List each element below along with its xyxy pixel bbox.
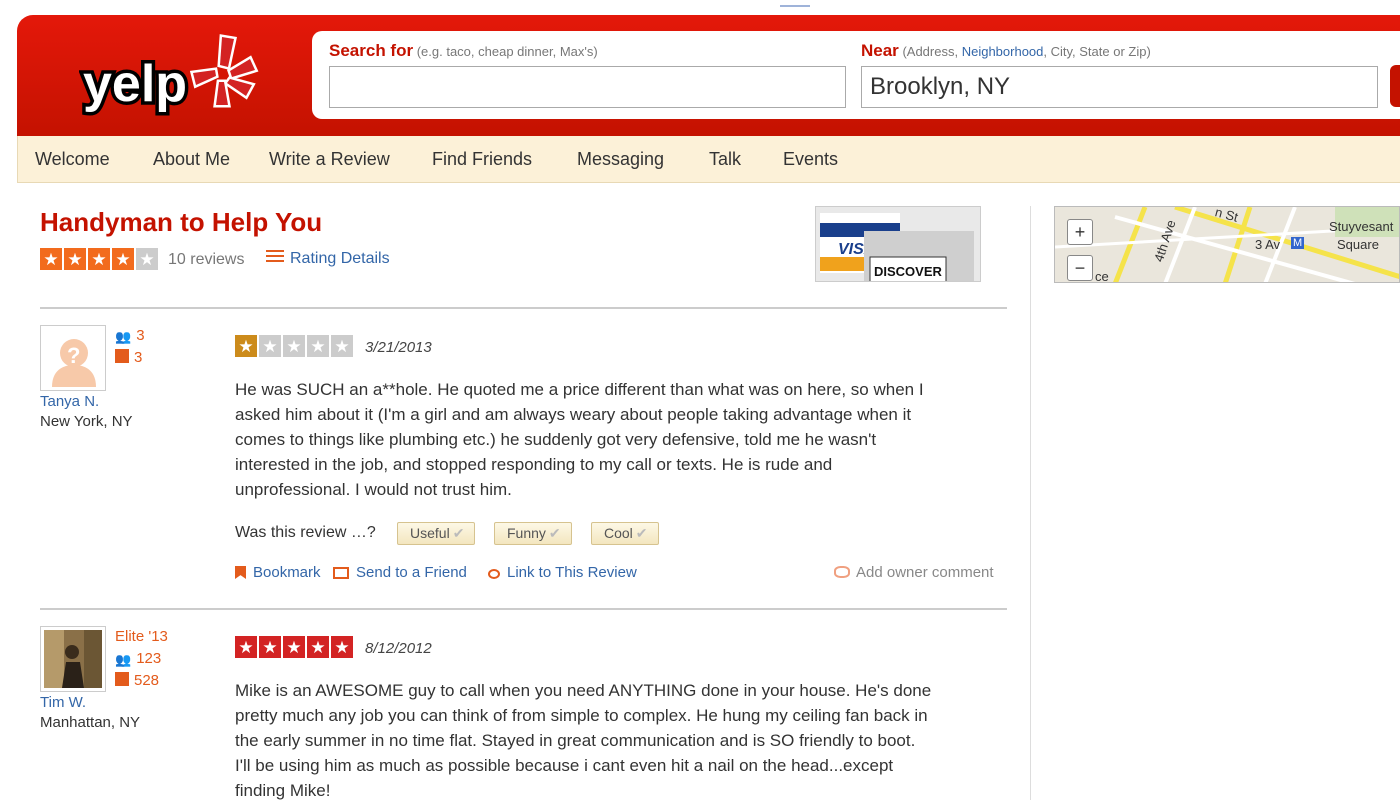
- useful-button[interactable]: Useful ✔: [397, 522, 476, 545]
- business-rating-stars: ★ ★ ★ ★ ★: [40, 248, 158, 270]
- star-icon: ★: [331, 335, 353, 357]
- section-divider: [40, 307, 1007, 309]
- svg-text:DISCOVER: DISCOVER: [874, 264, 943, 279]
- star-icon: ★: [283, 335, 305, 357]
- map-label-station: 3 Av: [1255, 237, 1281, 252]
- star-icon: ★: [307, 636, 329, 658]
- search-panel: Search for (e.g. taco, cheap dinner, Max…: [312, 31, 1400, 119]
- cool-button[interactable]: Cool ✔: [591, 522, 659, 545]
- nav-find-friends[interactable]: Find Friends: [432, 149, 532, 170]
- user-name[interactable]: Tanya N.: [40, 393, 99, 410]
- star-icon: ★: [259, 335, 281, 357]
- avatar[interactable]: ?: [40, 325, 106, 391]
- user-location: Manhattan, NY: [40, 714, 141, 731]
- comment-icon: [834, 566, 850, 578]
- zoom-in-icon[interactable]: +: [1067, 219, 1093, 245]
- main-nav: Welcome About Me Write a Review Find Fri…: [17, 136, 1400, 183]
- user-location: New York, NY: [40, 413, 133, 430]
- zoom-out-icon[interactable]: −: [1067, 255, 1093, 281]
- funny-button[interactable]: Funny ✔: [494, 522, 572, 545]
- check-icon: ✔: [452, 525, 465, 541]
- nav-messaging[interactable]: Messaging: [577, 149, 664, 170]
- friends-count: 👥 123: [115, 650, 162, 667]
- review-text: He was SUCH an a**hole. He quoted me a p…: [235, 380, 924, 499]
- star-icon: ★: [40, 248, 62, 270]
- star-icon: ★: [136, 248, 158, 270]
- star-icon: ★: [307, 335, 329, 357]
- link-icon: [488, 569, 500, 579]
- search-input[interactable]: [329, 66, 846, 108]
- review-total: 3: [115, 349, 142, 366]
- star-icon: [115, 349, 129, 363]
- star-icon: ★: [64, 248, 86, 270]
- review-count[interactable]: 10 reviews: [168, 251, 244, 269]
- star-icon: ★: [235, 335, 257, 357]
- bookmark-icon: [235, 566, 246, 579]
- avatar[interactable]: [40, 626, 106, 692]
- top-accent-line: [780, 5, 810, 7]
- star-icon: ★: [112, 248, 134, 270]
- user-photo: [44, 630, 102, 688]
- search-button[interactable]: [1390, 65, 1400, 107]
- near-input[interactable]: [861, 66, 1378, 108]
- nav-events[interactable]: Events: [783, 149, 838, 170]
- map-label-street: ce: [1095, 269, 1109, 283]
- was-this-review-label: Was this review …?: [235, 524, 376, 541]
- check-icon: ✔: [635, 525, 648, 541]
- send-to-friend-link[interactable]: Send to a Friend: [333, 564, 467, 581]
- review-rating-stars: ★ ★ ★ ★ ★: [235, 636, 353, 658]
- review-text: Mike is an AWESOME guy to call when you …: [235, 681, 932, 800]
- friends-icon: 👥: [115, 652, 132, 667]
- bar-chart-icon: [266, 250, 284, 264]
- near-label: Near (Address, Neighborhood, City, State…: [861, 41, 1151, 60]
- friends-icon: 👥: [115, 329, 132, 344]
- review-rating-stars: ★ ★ ★ ★ ★: [235, 335, 353, 357]
- nav-about-me[interactable]: About Me: [153, 149, 230, 170]
- map-label-area: Stuyvesant: [1329, 219, 1394, 234]
- bookmark-link[interactable]: Bookmark: [235, 564, 321, 581]
- friends-count: 👥 3: [115, 327, 145, 344]
- check-icon: ✔: [548, 525, 561, 541]
- elite-badge: Elite '13: [115, 628, 168, 645]
- nav-talk[interactable]: Talk: [709, 149, 741, 170]
- star-icon: [115, 672, 129, 686]
- star-icon: ★: [331, 636, 353, 658]
- envelope-icon: [333, 567, 349, 579]
- default-avatar-icon: ?: [44, 329, 102, 387]
- star-icon: ★: [235, 636, 257, 658]
- star-icon: ★: [88, 248, 110, 270]
- nav-write-review[interactable]: Write a Review: [269, 149, 390, 170]
- map[interactable]: 4th Ave n St 3 Av M Stuyvesant Square ce…: [1054, 206, 1400, 283]
- subway-icon: M: [1291, 237, 1305, 249]
- add-owner-comment-link[interactable]: Add owner comment: [834, 564, 994, 581]
- svg-text:?: ?: [67, 343, 80, 368]
- svg-text:yelp: yelp: [83, 55, 187, 113]
- review-date: 8/12/2012: [365, 640, 432, 657]
- star-icon: ★: [259, 636, 281, 658]
- link-to-review-link[interactable]: Link to This Review: [488, 564, 637, 581]
- star-icon: ★: [283, 636, 305, 658]
- map-label-area: Square: [1337, 237, 1379, 252]
- yelp-logo[interactable]: yelp: [79, 31, 259, 121]
- accepted-cards-image: VISA DISCOVER: [815, 206, 981, 282]
- review-date: 3/21/2013: [365, 339, 432, 356]
- user-name[interactable]: Tim W.: [40, 694, 86, 711]
- review-total: 528: [115, 672, 159, 689]
- column-divider: [1030, 206, 1031, 800]
- nav-welcome[interactable]: Welcome: [35, 149, 110, 170]
- site-header: yelp Search for (e.g. taco, cheap dinner…: [17, 15, 1400, 136]
- section-divider: [40, 608, 1007, 610]
- rating-details-link[interactable]: Rating Details: [266, 250, 390, 268]
- business-title: Handyman to Help You: [40, 207, 323, 237]
- search-for-label: Search for (e.g. taco, cheap dinner, Max…: [329, 41, 598, 60]
